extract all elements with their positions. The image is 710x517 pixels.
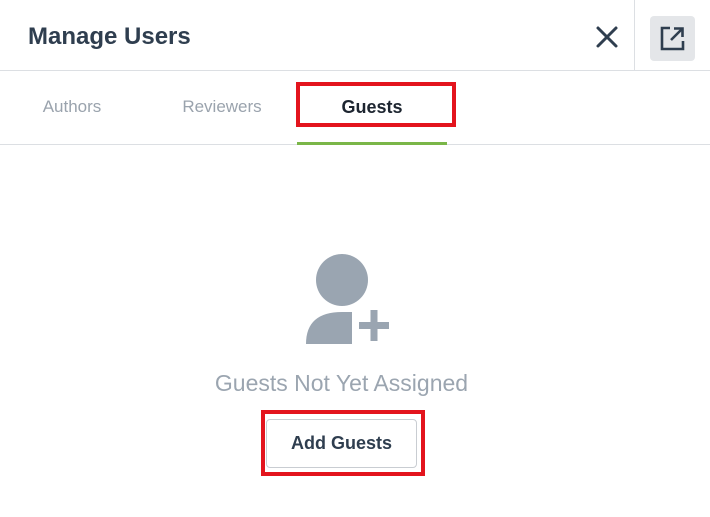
page-title: Manage Users (28, 23, 191, 50)
tab-authors[interactable]: Authors (22, 71, 122, 144)
add-guests-button[interactable]: Add Guests (266, 419, 417, 468)
external-link-icon (660, 26, 685, 51)
user-role-tabs: Authors Reviewers Guests (0, 71, 710, 145)
add-user-icon (306, 254, 389, 344)
close-button[interactable] (591, 21, 623, 53)
close-icon (596, 26, 618, 48)
tab-reviewers-label: Reviewers (182, 97, 262, 116)
panel-header: Manage Users (0, 0, 710, 71)
tab-guests[interactable]: Guests (297, 71, 447, 145)
tab-reviewers[interactable]: Reviewers (172, 71, 272, 144)
empty-state-message: Guests Not Yet Assigned (214, 370, 469, 396)
popout-button[interactable] (650, 16, 695, 61)
tab-guests-label: Guests (341, 97, 403, 117)
active-tab-indicator (297, 142, 447, 145)
header-divider (634, 0, 635, 70)
tab-authors-label: Authors (42, 97, 102, 116)
manage-users-panel: Manage Users Authors Reviewers Guests Gu… (0, 0, 710, 517)
